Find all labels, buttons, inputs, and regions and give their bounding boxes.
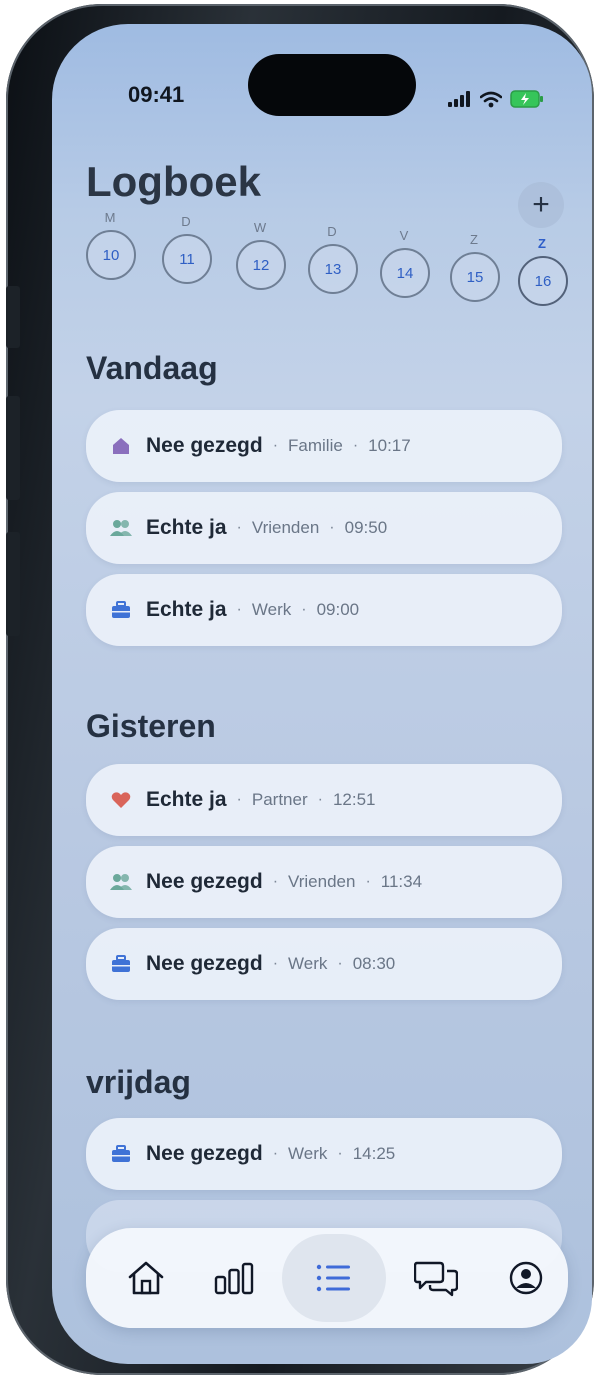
entry-answer: Echte ja — [146, 516, 227, 539]
day-saturday[interactable]: Z 15 — [450, 232, 500, 302]
entry-category: Werk — [251, 600, 292, 619]
separator: · — [337, 1145, 343, 1162]
entry-category: Vrienden — [288, 872, 356, 891]
entry-time: 11:34 — [380, 872, 423, 891]
entry-answer: Echte ja — [146, 598, 227, 621]
log-entry[interactable]: Echte ja · Partner · 12:51 — [86, 764, 562, 836]
day-letter: D — [181, 214, 191, 229]
volume-up-button — [6, 396, 20, 500]
entry-time: 10:17 — [368, 436, 411, 455]
day-thursday[interactable]: D 13 — [308, 224, 358, 294]
entry-category: Partner — [251, 790, 308, 809]
entry-category: Werk — [288, 954, 328, 973]
log-entry[interactable]: Nee gezegd · Werk · 14:25 — [86, 1118, 562, 1190]
day-date: 15 — [450, 252, 500, 302]
log-entry[interactable]: Nee gezegd · Vrienden · 11:34 — [86, 846, 562, 918]
tab-stats[interactable] — [206, 1250, 262, 1306]
separator: · — [337, 955, 343, 972]
entry-answer: Nee gezegd — [146, 870, 263, 893]
tab-bar — [86, 1228, 568, 1328]
separator: · — [236, 791, 242, 808]
profile-icon — [509, 1261, 543, 1295]
entry-category: Werk — [288, 1144, 328, 1163]
chat-icon — [414, 1261, 458, 1297]
action-button — [6, 286, 20, 348]
section-title: Gisteren — [86, 708, 216, 744]
screen: 09:41 Logboek + M 10 D 11 W 12 D 13 V 14… — [52, 24, 592, 1364]
status-icons — [448, 90, 544, 108]
section-title: Vandaag — [86, 350, 218, 386]
separator: · — [236, 601, 242, 618]
log-entry[interactable]: Nee gezegd · Familie · 10:17 — [86, 410, 562, 482]
day-date: 10 — [86, 230, 136, 280]
briefcase-icon — [110, 953, 132, 975]
day-wednesday[interactable]: W 12 — [236, 220, 286, 290]
separator: · — [317, 791, 323, 808]
volume-down-button — [6, 532, 20, 636]
day-letter: Z — [538, 236, 546, 251]
day-letter: M — [104, 210, 116, 225]
entry-answer: Echte ja — [146, 788, 227, 811]
heart-icon — [110, 789, 132, 811]
day-sunday-selected[interactable]: Z 16 — [518, 236, 568, 306]
entry-time: 09:00 — [316, 600, 360, 619]
battery-icon — [510, 90, 543, 108]
separator: · — [272, 437, 279, 454]
people-icon — [110, 871, 132, 893]
log-entry[interactable]: Echte ja · Vrienden · 09:50 — [86, 492, 562, 564]
add-entry-button[interactable]: + — [518, 182, 564, 228]
entry-time: 12:51 — [332, 790, 376, 809]
briefcase-icon — [110, 1143, 132, 1165]
stats-icon — [214, 1262, 254, 1295]
day-letter: V — [399, 228, 409, 243]
day-letter: Z — [470, 232, 478, 247]
day-friday[interactable]: V 14 — [380, 228, 430, 298]
entry-time: 14:25 — [352, 1144, 396, 1163]
day-letter: W — [253, 220, 267, 235]
day-date: 13 — [308, 244, 358, 294]
people-icon — [110, 517, 132, 539]
entry-answer: Nee gezegd — [146, 1142, 263, 1165]
entry-answer: Nee gezegd — [146, 434, 263, 457]
phone-frame: 09:41 Logboek + M 10 D 11 W 12 D 13 V 14… — [6, 4, 594, 1375]
home-icon — [128, 1261, 164, 1295]
day-date: 14 — [380, 248, 430, 298]
day-tuesday[interactable]: D 11 — [162, 214, 212, 284]
entry-category: Vrienden — [251, 518, 320, 537]
separator: · — [352, 437, 359, 454]
log-entry[interactable]: Nee gezegd · Werk · 08:30 — [86, 928, 562, 1000]
day-letter: D — [327, 224, 337, 239]
separator: · — [301, 601, 307, 618]
separator: · — [329, 519, 335, 536]
day-monday[interactable]: M 10 — [86, 210, 136, 280]
entry-category: Familie — [288, 436, 343, 455]
separator: · — [272, 1145, 279, 1162]
briefcase-icon — [110, 599, 132, 621]
page-title: Logboek — [86, 158, 261, 205]
tab-profile[interactable] — [498, 1250, 554, 1306]
separator: · — [365, 873, 371, 890]
signal-icon — [448, 91, 470, 107]
separator: · — [272, 955, 279, 972]
wifi-icon — [480, 91, 502, 107]
separator: · — [272, 873, 279, 890]
tab-chat[interactable] — [408, 1250, 464, 1306]
entry-time: 09:50 — [344, 518, 388, 537]
section-title: vrijdag — [86, 1064, 191, 1100]
tab-home[interactable] — [118, 1250, 174, 1306]
log-entry[interactable]: Echte ja · Werk · 09:00 — [86, 574, 562, 646]
separator: · — [236, 519, 242, 536]
status-time: 09:41 — [128, 82, 185, 107]
entry-time: 08:30 — [352, 954, 396, 973]
day-date: 11 — [162, 234, 212, 284]
day-date: 12 — [236, 240, 286, 290]
tab-list[interactable] — [306, 1250, 362, 1306]
entry-answer: Nee gezegd — [146, 952, 263, 975]
home-icon — [110, 435, 132, 457]
list-icon — [316, 1264, 350, 1292]
day-date: 16 — [518, 256, 568, 306]
dynamic-island — [248, 54, 416, 116]
